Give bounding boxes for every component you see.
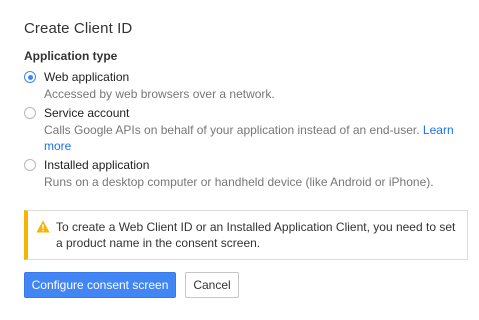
warning-text: To create a Web Client ID or an Installe… [56,220,456,250]
cancel-button[interactable]: Cancel [185,272,239,298]
dialog-title: Create Client ID [24,20,133,37]
option-label[interactable]: Installed application [44,158,149,172]
installed-application-radio[interactable] [24,159,36,171]
option-label[interactable]: Web application [44,70,129,84]
web-application-radio[interactable] [24,71,36,83]
option-description: Calls Google APIs on behalf of your appl… [44,122,464,154]
option-description: Runs on a desktop computer or handheld d… [44,175,434,189]
warning-icon [36,220,50,233]
configure-consent-screen-button[interactable]: Configure consent screen [24,272,176,298]
option-description: Accessed by web browsers over a network. [44,87,275,101]
application-type-label: Application type [24,49,118,63]
create-client-id-dialog: Create Client ID Application type Web ap… [0,0,479,320]
service-account-description-text: Calls Google APIs on behalf of your appl… [44,123,420,137]
service-account-radio[interactable] [24,107,36,119]
consent-screen-warning: To create a Web Client ID or an Installe… [24,210,468,260]
option-label[interactable]: Service account [44,106,129,120]
